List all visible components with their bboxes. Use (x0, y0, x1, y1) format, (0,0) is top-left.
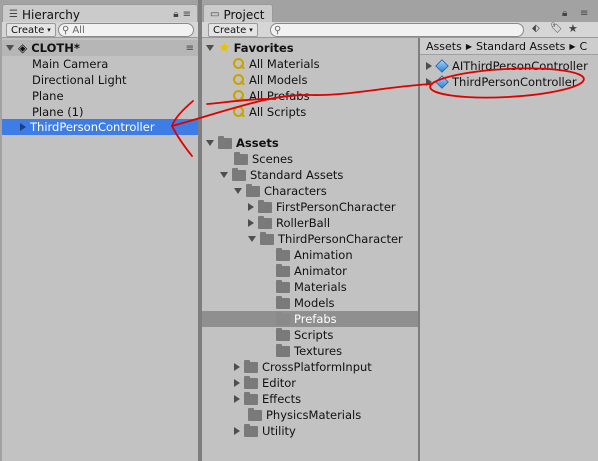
annotation-circle (429, 67, 585, 99)
annotation-stroke (206, 98, 276, 105)
annotation-line (171, 83, 433, 127)
annotation-arrowhead (171, 100, 194, 157)
annotation-arrow (171, 67, 585, 157)
